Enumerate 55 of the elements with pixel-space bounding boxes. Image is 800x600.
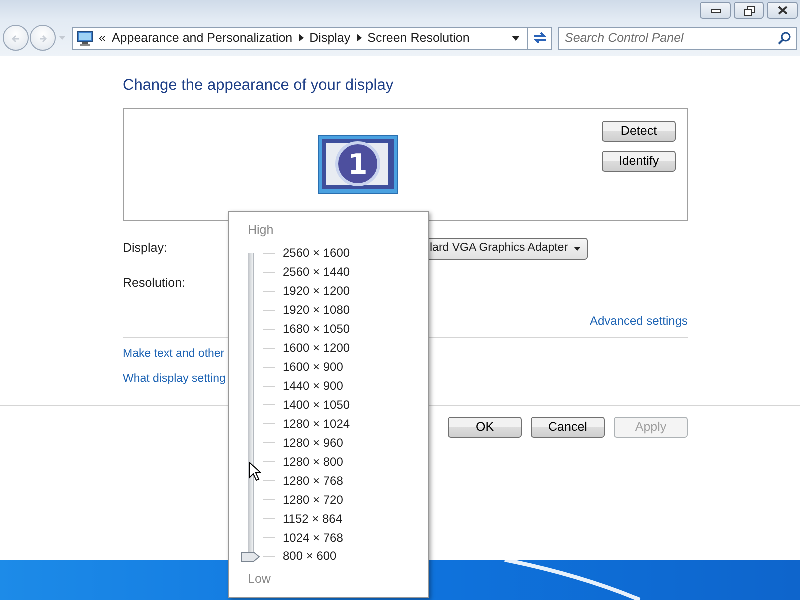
- search-field[interactable]: Search Control Panel: [558, 26, 797, 50]
- dropdown-arrow-icon: [574, 246, 581, 250]
- chevron-right-icon[interactable]: [356, 34, 362, 42]
- resolution-option[interactable]: 1600 × 900: [283, 358, 344, 376]
- resolution-option[interactable]: 1920 × 1200: [283, 282, 350, 300]
- resolution-option[interactable]: 1152 × 864: [283, 510, 343, 528]
- address-bar[interactable]: « Appearance and Personalization Display Screen Resolution: [72, 26, 528, 50]
- restore-icon: [744, 6, 754, 16]
- chevron-right-icon[interactable]: [298, 34, 304, 42]
- resolution-option[interactable]: 1280 × 960: [283, 434, 344, 452]
- resolution-option[interactable]: 1680 × 1050: [283, 320, 350, 338]
- resolution-option[interactable]: 1600 × 1200: [283, 339, 350, 358]
- close-icon: [778, 6, 788, 15]
- display-dropdown[interactable]: lard VGA Graphics Adapter: [429, 238, 588, 260]
- resolution-option[interactable]: 2560 × 1600: [283, 244, 350, 262]
- resolution-option[interactable]: 1440 × 900: [283, 377, 344, 396]
- resolution-option[interactable]: 1400 × 1050: [283, 396, 350, 414]
- minimize-button[interactable]: [700, 2, 731, 19]
- forward-arrow-icon: [38, 34, 48, 44]
- breadcrumb-item[interactable]: Screen Resolution: [368, 28, 470, 48]
- refresh-icon: [532, 31, 548, 45]
- help-link[interactable]: Make text and other: [123, 346, 225, 362]
- resolution-option[interactable]: 1024 × 768: [283, 528, 344, 547]
- back-arrow-icon: [11, 34, 21, 44]
- computer-icon: [77, 30, 93, 46]
- breadcrumb-item[interactable]: Appearance and Personalization: [112, 28, 293, 48]
- monitor-icon[interactable]: 1: [318, 135, 398, 194]
- slider-thumb[interactable]: [241, 552, 260, 562]
- field-label: Display:: [123, 240, 168, 258]
- page-heading: Change the appearance of your display: [123, 76, 395, 96]
- resolution-option[interactable]: 800 × 600: [283, 547, 337, 566]
- panel-button[interactable]: Detect: [602, 121, 676, 142]
- help-link[interactable]: What display setting: [123, 371, 226, 387]
- close-button[interactable]: [767, 2, 798, 19]
- breadcrumb-item[interactable]: Display: [310, 28, 351, 48]
- slider-low-label: Low: [248, 570, 272, 587]
- panel-button[interactable]: Identify: [602, 151, 676, 172]
- breadcrumb-prefix[interactable]: «: [99, 28, 106, 48]
- dialog-button[interactable]: Cancel: [531, 417, 605, 438]
- minimize-icon: [710, 8, 720, 12]
- advanced-settings-link[interactable]: Advanced settings: [590, 313, 688, 329]
- resolution-option[interactable]: 2560 × 1440: [283, 263, 350, 282]
- dialog-button[interactable]: OK: [448, 417, 522, 438]
- mouse-pointer-icon: [249, 462, 261, 481]
- search-icon[interactable]: [778, 32, 791, 44]
- restore-button[interactable]: [734, 2, 764, 19]
- resolution-option[interactable]: 1280 × 800: [283, 452, 344, 471]
- resolution-option[interactable]: 1920 × 1080: [283, 301, 350, 320]
- resolution-option[interactable]: 1280 × 1024: [283, 414, 350, 433]
- field-label: Resolution:: [123, 275, 186, 292]
- refresh-button[interactable]: [528, 26, 552, 50]
- dropdown-arrow-icon[interactable]: [512, 36, 520, 40]
- resolution-option[interactable]: 1280 × 768: [283, 472, 344, 490]
- resolution-option[interactable]: 1280 × 720: [283, 490, 344, 509]
- slider-high-label: High: [248, 222, 275, 238]
